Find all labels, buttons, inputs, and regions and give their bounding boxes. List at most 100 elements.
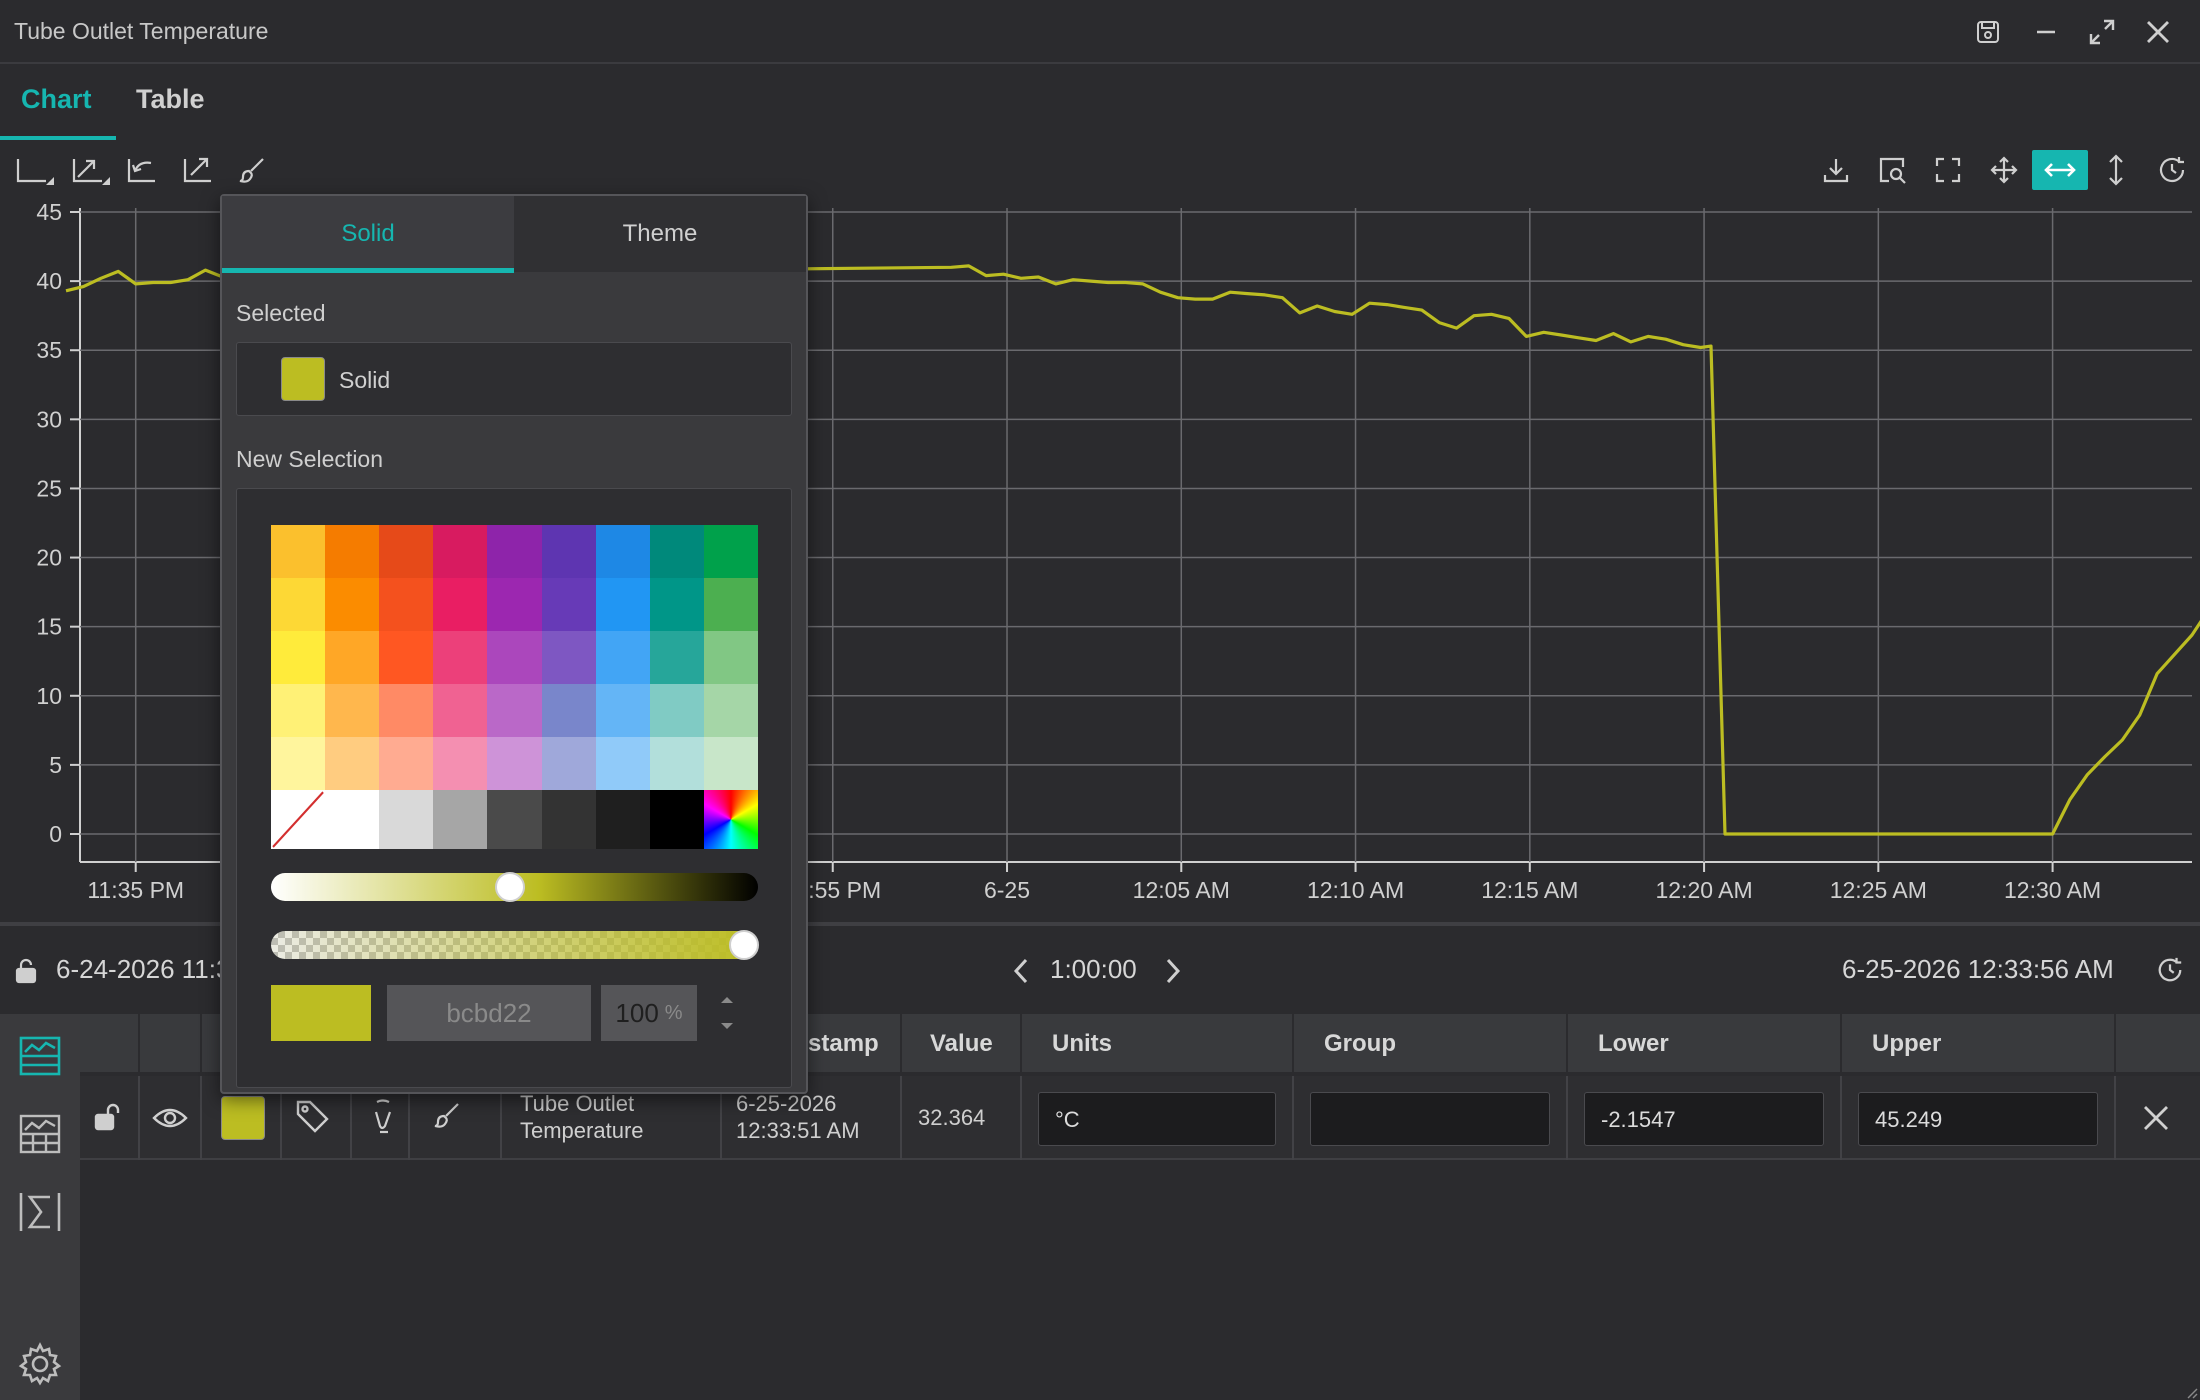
color-swatch[interactable] xyxy=(271,525,326,578)
color-swatch[interactable] xyxy=(595,525,650,578)
color-swatch[interactable] xyxy=(487,683,542,737)
lock-icon[interactable] xyxy=(14,958,38,989)
color-swatch[interactable] xyxy=(271,630,326,684)
pens-panel-icon[interactable] xyxy=(12,1028,68,1084)
color-swatch[interactable] xyxy=(541,630,596,684)
color-swatch[interactable] xyxy=(649,789,704,849)
no-color-swatch[interactable] xyxy=(271,789,326,849)
pan-icon[interactable] xyxy=(1984,150,2024,190)
range-end-time[interactable]: 6-25-2026 12:33:56 AM xyxy=(1842,954,2114,985)
fullscreen-icon[interactable] xyxy=(1928,150,1968,190)
chevron-right-icon[interactable] xyxy=(1162,956,1184,991)
color-swatch[interactable] xyxy=(271,736,326,790)
color-swatch[interactable] xyxy=(379,577,434,631)
custom-color-swatch[interactable] xyxy=(703,789,758,849)
color-swatch[interactable] xyxy=(649,683,704,737)
column-value[interactable]: Value xyxy=(930,1030,993,1058)
eye-icon[interactable] xyxy=(152,1104,188,1137)
range-duration[interactable]: 1:00:00 xyxy=(1050,954,1137,985)
color-swatch[interactable] xyxy=(487,525,542,578)
color-swatch[interactable] xyxy=(541,789,596,849)
color-swatch[interactable] xyxy=(649,525,704,578)
color-swatch[interactable] xyxy=(541,683,596,737)
color-swatch[interactable] xyxy=(433,789,488,849)
color-swatch[interactable] xyxy=(649,630,704,684)
color-swatch[interactable] xyxy=(325,789,380,849)
color-swatch[interactable] xyxy=(379,789,434,849)
opacity-slider-handle[interactable] xyxy=(729,930,759,960)
unlock-icon[interactable] xyxy=(92,1102,122,1137)
color-swatch[interactable] xyxy=(271,577,326,631)
shade-slider-handle[interactable] xyxy=(495,872,525,902)
history-icon[interactable] xyxy=(2156,956,2184,989)
color-swatch[interactable] xyxy=(487,736,542,790)
horizontal-scroll-icon[interactable] xyxy=(2032,150,2088,190)
color-swatch[interactable] xyxy=(433,525,488,578)
color-swatch[interactable] xyxy=(433,736,488,790)
statistics-chart-icon[interactable] xyxy=(12,1106,68,1162)
color-swatch[interactable] xyxy=(271,683,326,737)
color-swatch[interactable] xyxy=(433,630,488,684)
undo-zoom-icon[interactable] xyxy=(122,150,162,190)
color-swatch[interactable] xyxy=(433,577,488,631)
color-swatch[interactable] xyxy=(379,525,434,578)
color-swatch[interactable] xyxy=(703,525,758,578)
color-swatch[interactable] xyxy=(379,630,434,684)
tab-chart[interactable]: Chart xyxy=(21,84,92,115)
color-swatch[interactable] xyxy=(379,736,434,790)
column-group[interactable]: Group xyxy=(1324,1030,1396,1058)
units-field[interactable]: °C xyxy=(1038,1092,1276,1146)
picker-tab-solid[interactable]: Solid xyxy=(222,196,514,272)
vertical-scroll-icon[interactable] xyxy=(2096,150,2136,190)
color-swatch[interactable] xyxy=(595,630,650,684)
color-swatch[interactable] xyxy=(541,525,596,578)
remove-pen-icon[interactable] xyxy=(2142,1104,2170,1137)
tag-icon[interactable] xyxy=(294,1098,330,1139)
color-swatch[interactable] xyxy=(541,577,596,631)
upper-limit-field[interactable]: 45.249 xyxy=(1858,1092,2098,1146)
color-swatch[interactable] xyxy=(433,683,488,737)
color-swatch[interactable] xyxy=(595,736,650,790)
color-swatch[interactable] xyxy=(595,789,650,849)
opacity-input[interactable]: 100 % xyxy=(601,985,697,1041)
lower-limit-field[interactable]: -2.1547 xyxy=(1584,1092,1824,1146)
axis-assign-icon[interactable] xyxy=(368,1098,398,1139)
color-swatch[interactable] xyxy=(379,683,434,737)
color-swatch[interactable] xyxy=(325,630,380,684)
axis-scale-icon[interactable] xyxy=(70,150,110,190)
color-swatch[interactable] xyxy=(487,577,542,631)
series-color-swatch[interactable] xyxy=(221,1096,265,1140)
refresh-history-icon[interactable] xyxy=(2152,150,2192,190)
color-swatch[interactable] xyxy=(703,630,758,684)
color-swatch[interactable] xyxy=(649,736,704,790)
color-swatch[interactable] xyxy=(325,683,380,737)
tab-table[interactable]: Table xyxy=(136,84,205,115)
color-swatch[interactable] xyxy=(487,789,542,849)
zoom-select-icon[interactable] xyxy=(1872,150,1912,190)
column-timestamp[interactable]: stamp xyxy=(808,1030,879,1058)
color-swatch[interactable] xyxy=(541,736,596,790)
color-swatch[interactable] xyxy=(595,577,650,631)
picker-tab-theme[interactable]: Theme xyxy=(514,196,806,272)
group-field[interactable] xyxy=(1310,1092,1550,1146)
paint-brush-icon[interactable] xyxy=(232,150,272,190)
zoom-extents-icon[interactable] xyxy=(178,150,218,190)
chevron-left-icon[interactable] xyxy=(1010,956,1032,991)
row-paint-brush-icon[interactable] xyxy=(432,1100,462,1135)
maximize-icon[interactable] xyxy=(2084,14,2120,50)
sigma-icon[interactable] xyxy=(12,1184,68,1240)
color-swatch[interactable] xyxy=(325,736,380,790)
minimize-icon[interactable] xyxy=(2028,14,2064,50)
close-icon[interactable] xyxy=(2140,14,2176,50)
column-lower[interactable]: Lower xyxy=(1598,1030,1669,1058)
resize-grip-icon[interactable] xyxy=(2186,1386,2198,1400)
column-upper[interactable]: Upper xyxy=(1872,1030,1941,1058)
hex-input[interactable]: bcbd22 xyxy=(387,985,591,1041)
color-swatch[interactable] xyxy=(325,525,380,578)
color-swatch[interactable] xyxy=(487,630,542,684)
opacity-stepper[interactable] xyxy=(717,985,737,1046)
color-swatch[interactable] xyxy=(703,577,758,631)
settings-gear-icon[interactable] xyxy=(12,1336,68,1392)
column-units[interactable]: Units xyxy=(1052,1030,1112,1058)
color-swatch[interactable] xyxy=(703,736,758,790)
